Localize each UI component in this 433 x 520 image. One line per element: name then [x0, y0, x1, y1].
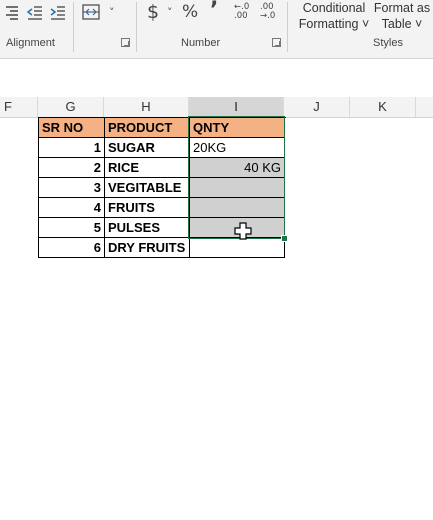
decrease-decimal-bottom: →.0	[260, 11, 276, 21]
cell-product[interactable]: DRY FRUITS	[105, 238, 190, 258]
column-header-f[interactable]: F	[0, 97, 38, 117]
column-header-i[interactable]: I	[189, 97, 284, 118]
number-group-label: Number	[181, 37, 221, 49]
chevron-down-icon[interactable]: ˅	[167, 6, 173, 19]
cell-product[interactable]: SUGAR	[105, 138, 190, 158]
cell-cursor-icon	[234, 222, 252, 240]
cell-product[interactable]: VEGITABLE	[105, 178, 190, 198]
format-as-table-line2: Table ˅	[381, 17, 423, 31]
cell-product[interactable]: PULSES	[105, 218, 190, 238]
cell-product[interactable]: FRUITS	[105, 198, 190, 218]
fill-handle[interactable]	[281, 235, 288, 242]
currency-icon[interactable]: $	[147, 1, 159, 23]
styles-group-label: Styles	[373, 37, 403, 49]
cell-sr-no[interactable]: 4	[39, 198, 105, 218]
cell-sr-no[interactable]: 1	[39, 138, 105, 158]
conditional-formatting-button[interactable]: Conditional Formatting ˅	[295, 0, 373, 32]
header-sr-no[interactable]: SR NO	[39, 118, 105, 138]
cell-qnty[interactable]	[190, 238, 285, 258]
conditional-formatting-line1: Conditional	[302, 1, 366, 15]
number-dialog-launcher-icon[interactable]	[272, 38, 281, 47]
cell-sr-no[interactable]: 6	[39, 238, 105, 258]
decrease-decimal-icon[interactable]: .00 →.0	[260, 3, 280, 21]
increase-decimal-bottom: .00	[234, 11, 248, 21]
cell-sr-no[interactable]: 2	[39, 158, 105, 178]
increase-decimal-icon[interactable]: ←.0 .00	[234, 3, 254, 21]
column-header-j[interactable]: J	[284, 97, 350, 117]
decrease-indent-icon[interactable]	[26, 4, 43, 20]
conditional-formatting-line2: Formatting ˅	[298, 17, 370, 31]
cell-product[interactable]: RICE	[105, 158, 190, 178]
ribbon: ˅ Alignment $ ˅ % ’ ←.0 .00 .00 →.0 Numb…	[0, 0, 433, 59]
separator	[287, 2, 288, 52]
cell-sr-no[interactable]: 5	[39, 218, 105, 238]
header-product[interactable]: PRODUCT	[105, 118, 190, 138]
comma-style-icon[interactable]: ’	[210, 0, 218, 23]
format-as-table-line1: Format as	[373, 1, 431, 15]
format-as-table-button[interactable]: Format as Table ˅	[372, 0, 432, 32]
chevron-down-icon[interactable]: ˅	[109, 6, 115, 19]
align-right-icon[interactable]	[4, 4, 20, 20]
increase-indent-icon[interactable]	[50, 4, 66, 20]
alignment-group-label: Alignment	[6, 37, 55, 49]
selection-range[interactable]	[188, 116, 285, 239]
column-header-h[interactable]: H	[104, 97, 189, 117]
column-header-bar: F G H I J K	[0, 97, 433, 118]
percent-icon[interactable]: %	[182, 2, 198, 22]
merge-center-icon[interactable]	[82, 4, 100, 20]
alignment-dialog-launcher-icon[interactable]	[121, 38, 130, 47]
separator	[136, 2, 137, 52]
formula-bar-area	[0, 59, 433, 97]
column-header-g[interactable]: G	[38, 97, 104, 117]
cell-sr-no[interactable]: 3	[39, 178, 105, 198]
column-header-k[interactable]: K	[350, 97, 416, 117]
separator	[73, 2, 74, 52]
